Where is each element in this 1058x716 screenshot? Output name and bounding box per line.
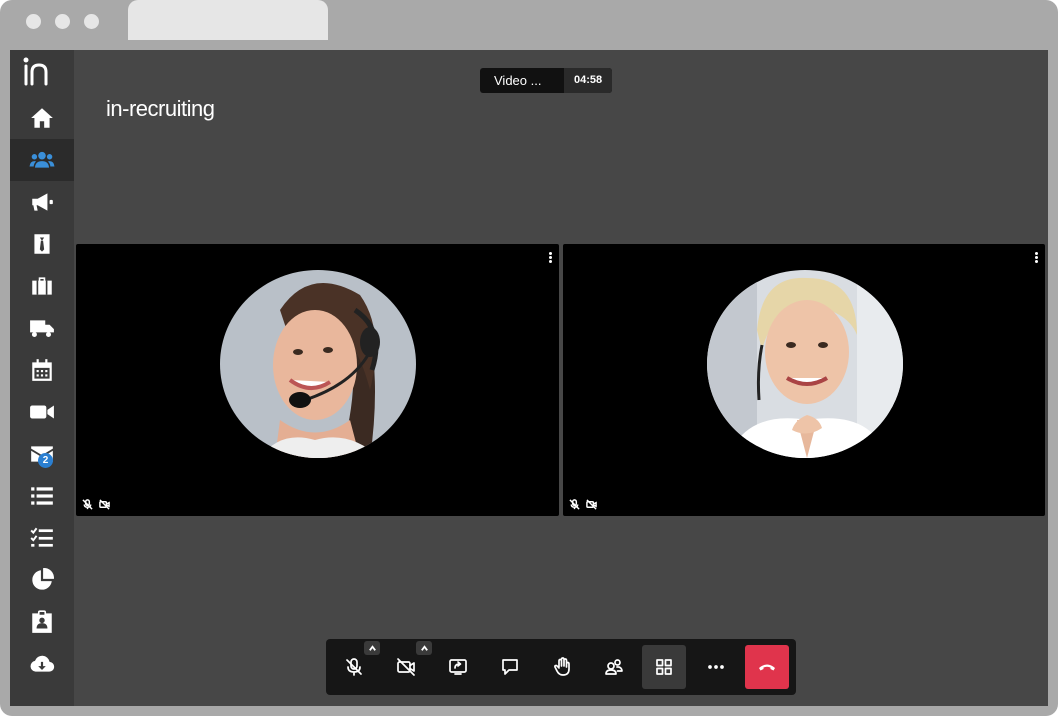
participant-status [82, 499, 110, 510]
more-options-button[interactable] [694, 645, 738, 689]
participants-icon [605, 659, 623, 675]
pie-chart-icon [32, 568, 54, 590]
sidebar-item-messages[interactable]: 2 [10, 433, 74, 475]
calendar-icon [32, 359, 52, 381]
participant-tile[interactable] [563, 244, 1045, 516]
sidebar-item-campaigns[interactable] [10, 181, 74, 223]
microphone-muted-icon [346, 658, 362, 676]
maximize-dot[interactable] [84, 14, 99, 29]
chat-button[interactable] [488, 645, 532, 689]
camera-off-icon [586, 499, 597, 510]
users-icon [29, 151, 55, 168]
sidebar: 2 [10, 50, 74, 706]
app-viewport: 2 in-recruiting Video ... 04:58 [10, 50, 1048, 706]
sidebar-item-download[interactable] [10, 643, 74, 685]
briefcase-icon [32, 277, 52, 295]
sidebar-item-tasks[interactable] [10, 517, 74, 559]
unread-badge: 2 [38, 453, 53, 468]
window-controls [26, 14, 99, 29]
hangup-button[interactable] [745, 645, 789, 689]
avatar-image [707, 270, 903, 458]
meeting-info[interactable]: Video ... 04:58 [480, 68, 613, 93]
avatar [707, 270, 903, 458]
id-badge-icon [32, 610, 52, 633]
tile-view-icon [656, 659, 672, 675]
hangup-icon [759, 664, 775, 671]
camera-off-icon [99, 499, 110, 510]
sidebar-item-logistics[interactable] [10, 307, 74, 349]
logo-icon[interactable] [18, 54, 54, 90]
megaphone-icon [32, 193, 53, 211]
microphone-options-button[interactable] [364, 641, 380, 655]
sidebar-item-jobs[interactable] [10, 265, 74, 307]
chat-icon [502, 659, 518, 675]
meeting-title: Video ... [494, 73, 542, 88]
share-screen-button[interactable] [436, 645, 480, 689]
avatar-image [220, 270, 416, 458]
camera-options-button[interactable] [416, 641, 432, 655]
sidebar-item-video[interactable] [10, 391, 74, 433]
participants-button[interactable] [592, 645, 636, 689]
chevron-up-icon [420, 644, 428, 651]
home-icon [31, 108, 53, 128]
sidebar-item-calendar[interactable] [10, 349, 74, 391]
participant-tile[interactable] [76, 244, 559, 516]
cloud-download-icon [30, 655, 55, 672]
sidebar-item-contacts[interactable] [10, 223, 74, 265]
avatar [220, 270, 416, 458]
checklist-icon [30, 527, 53, 547]
microphone-muted-icon [82, 499, 93, 510]
more-icon [708, 665, 724, 669]
camera-off-icon [397, 658, 415, 676]
sidebar-item-profile[interactable] [10, 601, 74, 643]
close-dot[interactable] [26, 14, 41, 29]
browser-window: 2 in-recruiting Video ... 04:58 [0, 0, 1058, 716]
raise-hand-icon [554, 657, 570, 676]
contact-card-icon [34, 234, 50, 254]
sidebar-item-users[interactable] [10, 139, 74, 181]
truck-icon [30, 320, 54, 337]
sidebar-item-list[interactable] [10, 475, 74, 517]
sidebar-item-reports[interactable] [10, 559, 74, 601]
video-camera-icon [30, 405, 54, 419]
browser-tab[interactable] [128, 0, 328, 40]
microphone-muted-icon [569, 499, 580, 510]
sidebar-item-home[interactable] [10, 97, 74, 139]
meeting-timer: 04:58 [564, 68, 613, 93]
tile-view-button[interactable] [642, 645, 686, 689]
tile-menu-icon[interactable] [549, 252, 553, 264]
minimize-dot[interactable] [55, 14, 70, 29]
participant-status [569, 499, 597, 510]
meeting-stage: in-recruiting Video ... 04:58 [74, 50, 1048, 706]
share-screen-icon [449, 659, 467, 675]
meeting-toolbar [326, 639, 796, 695]
tile-menu-icon[interactable] [1035, 252, 1039, 264]
list-icon [31, 487, 53, 505]
raise-hand-button[interactable] [540, 645, 584, 689]
chevron-up-icon [368, 644, 376, 651]
brand-logo: in-recruiting [106, 96, 215, 121]
